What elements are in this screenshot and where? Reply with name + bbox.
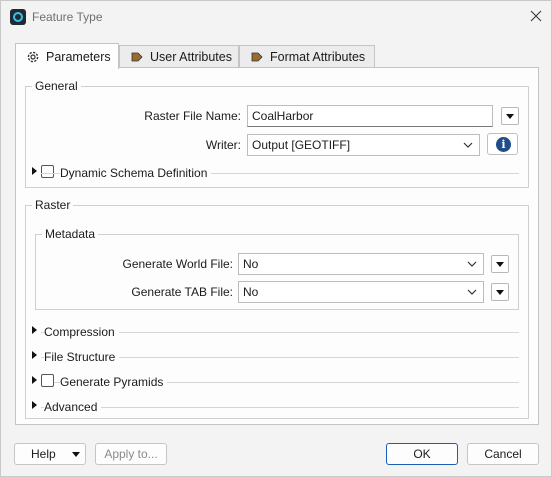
chevron-down-icon bbox=[467, 289, 477, 295]
tab-user-attributes-label: User Attributes bbox=[150, 49, 232, 64]
generate-pyramids-label: Generate Pyramids bbox=[60, 375, 168, 389]
arrow-tag-icon bbox=[251, 52, 263, 61]
raster-group: Raster Metadata Generate World File: No … bbox=[25, 198, 529, 419]
gear-icon bbox=[27, 51, 39, 62]
help-button-label: Help bbox=[31, 447, 56, 461]
tab-user-attributes[interactable]: User Attributes bbox=[119, 45, 239, 67]
tab-parameters-label: Parameters bbox=[46, 49, 111, 64]
generate-tab-file-menu-button[interactable] bbox=[491, 283, 509, 301]
cancel-button[interactable]: Cancel bbox=[467, 443, 539, 465]
raster-file-name-menu-button[interactable] bbox=[501, 107, 519, 125]
chevron-down-icon bbox=[463, 142, 473, 148]
tab-format-attributes[interactable]: Format Attributes bbox=[239, 45, 375, 67]
title-bar: Feature Type bbox=[1, 1, 551, 33]
close-icon[interactable] bbox=[527, 7, 545, 25]
writer-select[interactable]: Output [GEOTIFF] bbox=[247, 134, 480, 156]
writer-label: Writer: bbox=[205, 138, 241, 152]
raster-file-name-label: Raster File Name: bbox=[144, 109, 241, 123]
apply-to-button[interactable]: Apply to... bbox=[95, 443, 167, 465]
metadata-group-title: Metadata bbox=[42, 227, 99, 241]
compression-expand-icon[interactable] bbox=[32, 326, 37, 334]
ok-button[interactable]: OK bbox=[386, 443, 458, 465]
generate-pyramids-checkbox[interactable] bbox=[41, 374, 54, 387]
raster-group-title: Raster bbox=[32, 198, 74, 212]
generate-world-file-value: No bbox=[243, 257, 259, 271]
arrow-tag-icon bbox=[131, 52, 143, 61]
dynamic-schema-checkbox[interactable] bbox=[41, 165, 54, 178]
general-group: General Raster File Name: CoalHarbor Wri… bbox=[25, 79, 529, 188]
info-icon: i bbox=[496, 137, 511, 152]
generate-world-file-select[interactable]: No bbox=[238, 253, 484, 275]
generate-tab-file-label: Generate TAB File: bbox=[131, 285, 233, 299]
dynamic-schema-label: Dynamic Schema Definition bbox=[60, 166, 212, 180]
general-group-title: General bbox=[32, 79, 81, 93]
tab-format-attributes-label: Format Attributes bbox=[270, 49, 366, 64]
generate-world-file-label: Generate World File: bbox=[122, 257, 234, 271]
file-structure-expand-icon[interactable] bbox=[32, 351, 37, 359]
chevron-down-icon bbox=[467, 261, 477, 267]
tab-parameters[interactable]: Parameters bbox=[15, 43, 119, 69]
metadata-group: Metadata Generate World File: No Generat… bbox=[35, 227, 519, 310]
writer-select-value: Output [GEOTIFF] bbox=[252, 138, 351, 152]
generate-tab-file-value: No bbox=[243, 285, 259, 299]
dynamic-schema-expand-icon[interactable] bbox=[32, 167, 37, 175]
tab-bar: Parameters User Attributes Format Attrib… bbox=[15, 43, 535, 69]
advanced-section[interactable]: Advanced bbox=[44, 400, 102, 414]
generate-world-file-menu-button[interactable] bbox=[491, 255, 509, 273]
writer-info-button[interactable]: i bbox=[487, 133, 518, 155]
advanced-separator bbox=[41, 407, 519, 408]
advanced-expand-icon[interactable] bbox=[32, 401, 37, 409]
app-logo-icon bbox=[10, 9, 26, 25]
chevron-down-icon bbox=[72, 452, 80, 457]
raster-file-name-input[interactable]: CoalHarbor bbox=[247, 105, 493, 127]
parameters-panel: General Raster File Name: CoalHarbor Wri… bbox=[15, 67, 539, 425]
feature-type-dialog: Feature Type Parameters User Attributes … bbox=[0, 0, 552, 477]
generate-tab-file-select[interactable]: No bbox=[238, 281, 484, 303]
file-structure-section[interactable]: File Structure bbox=[44, 350, 120, 364]
compression-section[interactable]: Compression bbox=[44, 325, 119, 339]
help-button[interactable]: Help bbox=[14, 443, 86, 465]
generate-pyramids-expand-icon[interactable] bbox=[32, 376, 37, 384]
window-title: Feature Type bbox=[32, 10, 103, 24]
